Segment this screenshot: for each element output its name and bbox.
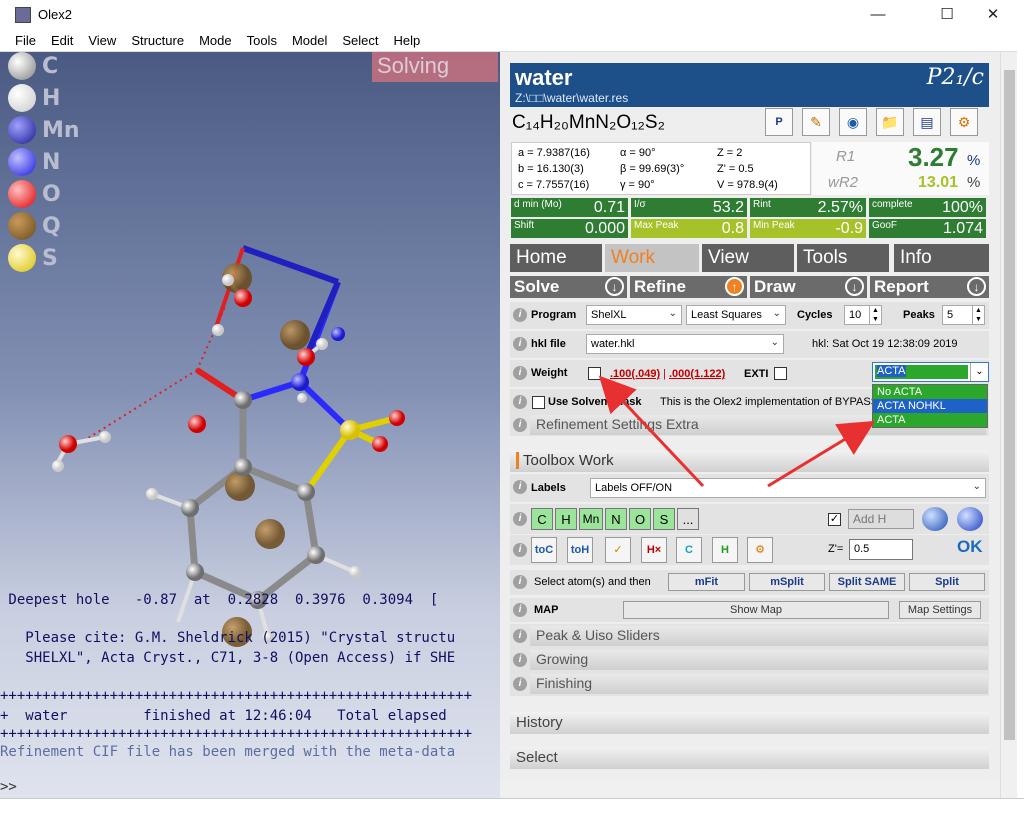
- menu-tools[interactable]: Tools: [247, 30, 277, 48]
- sulfur-ball-icon: [8, 244, 36, 272]
- command-prompt[interactable]: >>: [0, 779, 17, 795]
- menu-mode[interactable]: Mode: [199, 30, 232, 48]
- control-panel: water Z:\□□\water\water.res P2₁/c C₁₄H₂₀…: [500, 52, 1000, 798]
- menu-help[interactable]: Help: [394, 30, 421, 48]
- menu-model[interactable]: Model: [292, 30, 327, 48]
- horizontal-scrollbar[interactable]: [500, 780, 1000, 797]
- console-line: ++++++++++++++++++++++++++++++++++++++++…: [0, 726, 473, 742]
- console-line: Refinement CIF file has been merged with…: [0, 744, 456, 760]
- app-icon: [15, 7, 31, 23]
- title-bar: Olex2 — ☐ ✕: [0, 0, 1024, 30]
- hydrogen-ball-icon: [8, 84, 36, 112]
- qpeak-ball-icon: [8, 212, 36, 240]
- vertical-scrollbar[interactable]: [1000, 52, 1017, 798]
- window-edge: [1017, 30, 1024, 798]
- nitrogen-ball-icon: [8, 148, 36, 176]
- annotation-arrows: [598, 375, 876, 488]
- oxygen-ball-icon: [8, 180, 36, 208]
- scrollbar-thumb[interactable]: [1004, 70, 1015, 740]
- console-line: ++++++++++++++++++++++++++++++++++++++++…: [0, 688, 473, 704]
- menu-edit[interactable]: Edit: [51, 30, 73, 48]
- menu-file[interactable]: File: [15, 30, 36, 48]
- console-line: + water finished at 12:46:04 Total elaps…: [0, 708, 447, 724]
- maximize-icon[interactable]: ☐: [924, 0, 970, 30]
- solving-overlay: Solving: [372, 52, 498, 82]
- carbon-ball-icon: [8, 52, 36, 80]
- status-bar: [0, 798, 1024, 831]
- window-title: Olex2: [38, 7, 72, 22]
- console-line: SHELXL", Acta Cryst., C71, 3-8 (Open Acc…: [0, 650, 456, 666]
- molecule-drawing[interactable]: [0, 52, 500, 798]
- console-line: Deepest hole -0.87 at 0.2828 0.3976 0.30…: [0, 592, 439, 608]
- menu-view[interactable]: View: [88, 30, 116, 48]
- carbon-bonds: [186, 400, 320, 604]
- menu-bar: File Edit View Structure Mode Tools Model Selec…: [0, 30, 1024, 52]
- menu-select[interactable]: Select: [342, 30, 378, 48]
- hydrogen-bond-lines: [56, 278, 356, 638]
- minimize-icon[interactable]: —: [855, 0, 901, 30]
- structure-viewport[interactable]: C H Mn N O Q S Solving Deepest hole -0.8…: [0, 52, 500, 798]
- manganese-ball-icon: [8, 116, 36, 144]
- console-line: Please cite: G.M. Sheldrick (2015) "Crys…: [0, 630, 456, 646]
- close-icon[interactable]: ✕: [970, 0, 1016, 30]
- menu-structure[interactable]: Structure: [131, 30, 184, 48]
